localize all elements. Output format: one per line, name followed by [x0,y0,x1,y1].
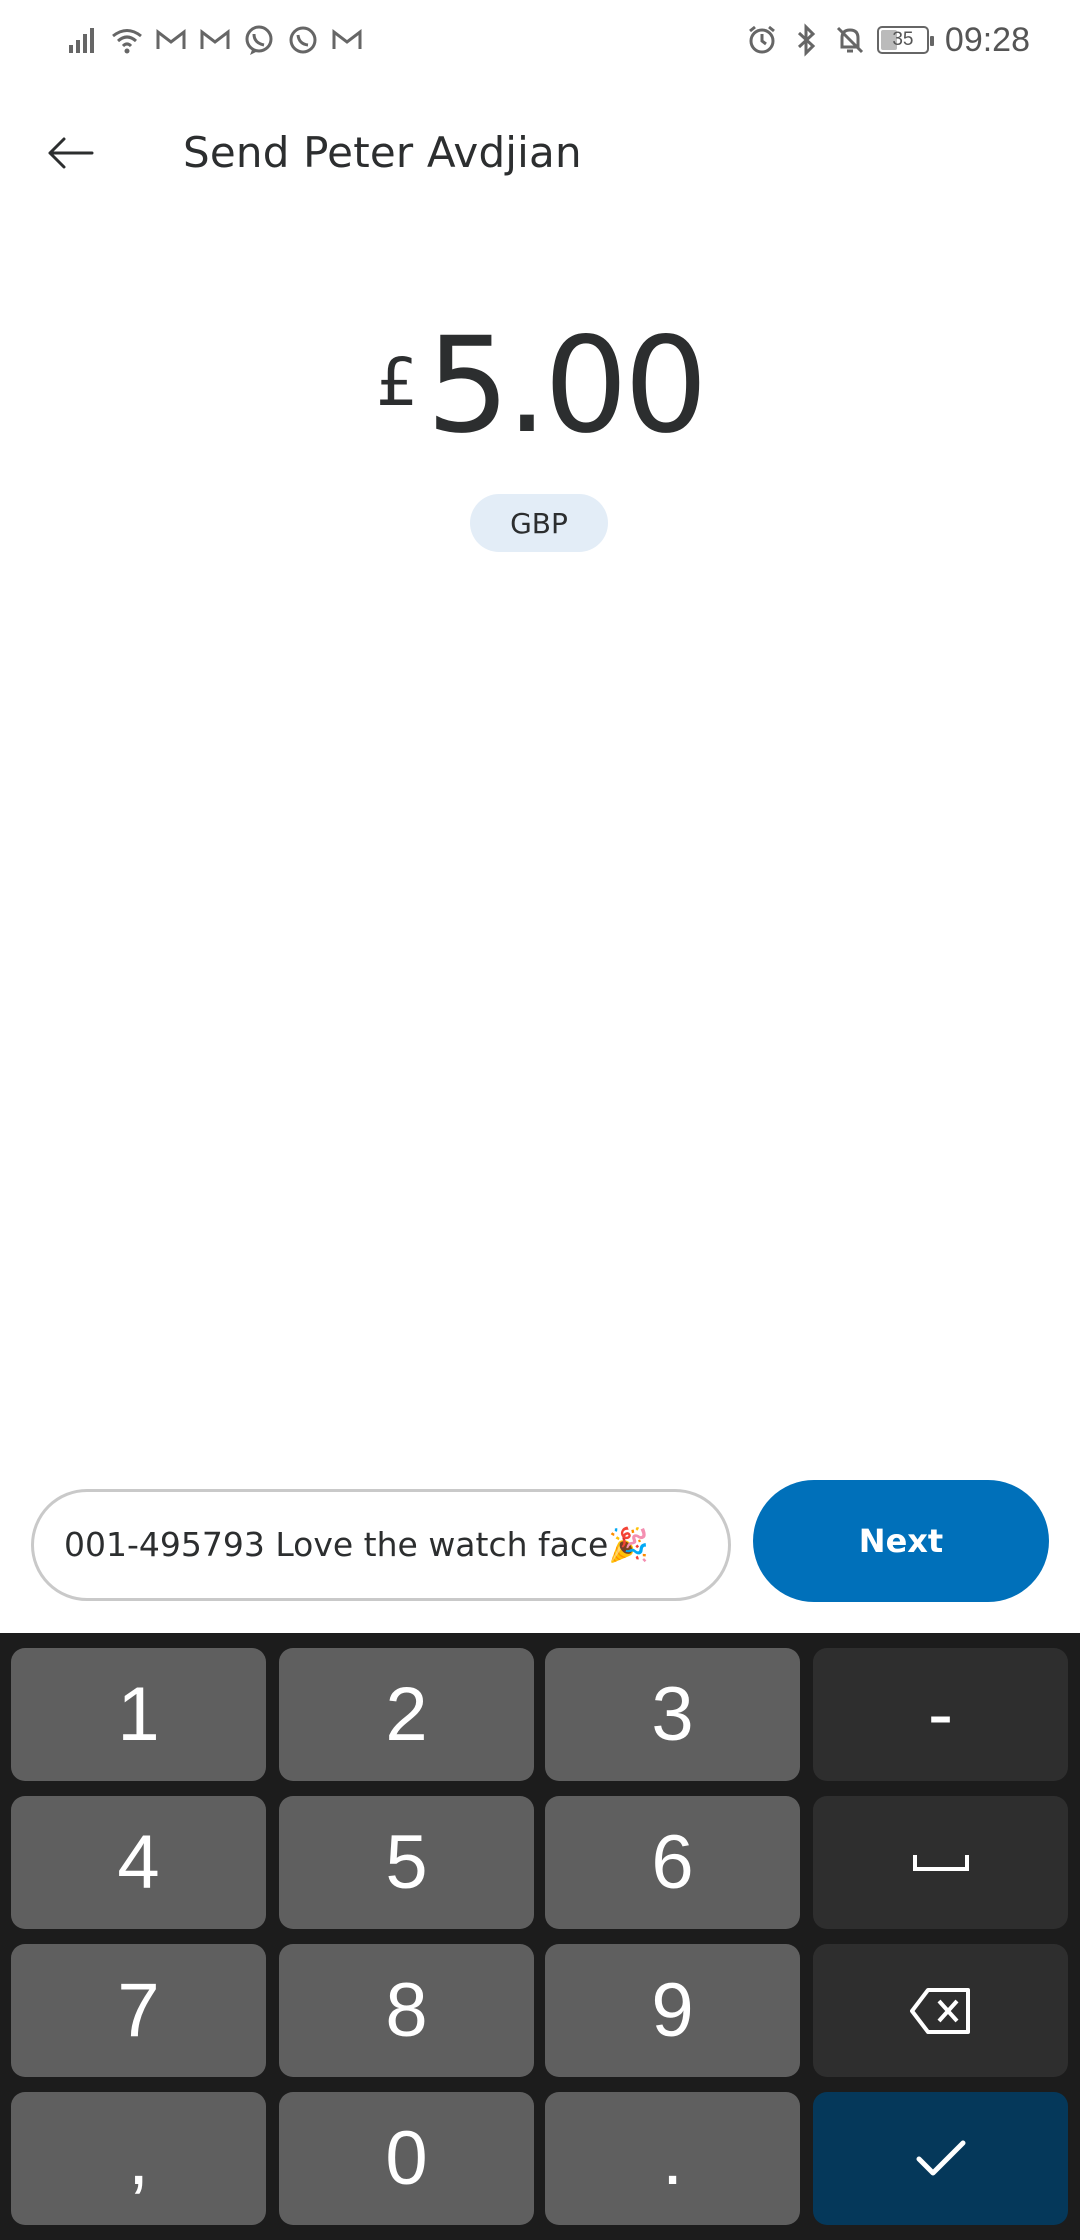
key-6[interactable]: 6 [545,1796,800,1929]
page-title: Send Peter Avdjian [183,128,582,177]
header: Send Peter Avdjian [0,100,1080,210]
space-icon [911,1851,971,1875]
gmail-icon [198,23,232,57]
gmail-icon [330,23,364,57]
battery-level: 35 [892,29,914,50]
status-bar: 35 09:28 [0,0,1080,80]
key-space[interactable] [813,1796,1068,1929]
gmail-icon [154,23,188,57]
status-right-icons: 35 09:28 [745,21,1030,60]
key-7[interactable]: 7 [11,1944,266,2077]
amount-value: 5.00 [426,309,708,463]
key-comma[interactable]: , [11,2092,266,2225]
battery-icon: 35 [876,26,934,54]
signal-icon [66,23,100,57]
next-button[interactable]: Next [753,1480,1049,1602]
key-dot[interactable]: . [545,2092,800,2225]
key-9[interactable]: 9 [545,1944,800,2077]
amount-display[interactable]: £ 5.00 [0,320,1080,452]
currency-selector[interactable]: GBP [470,494,608,552]
key-0[interactable]: 0 [279,2092,534,2225]
wifi-icon [110,23,144,57]
key-8[interactable]: 8 [279,1944,534,2077]
status-left-icons [66,23,364,57]
key-minus[interactable]: - [813,1648,1068,1781]
numeric-keyboard: 1 2 3 - 4 5 6 7 8 9 , 0 . [0,1633,1080,2240]
key-5[interactable]: 5 [279,1796,534,1929]
arrow-left-icon [44,127,96,183]
status-time: 09:28 [944,20,1030,59]
key-backspace[interactable] [813,1944,1068,2077]
back-button[interactable] [40,125,100,185]
send-money-screen: 35 09:28 Send Peter Avdjian £ 5.00 GBP 0… [0,0,1080,2240]
mute-icon [833,23,867,57]
note-input[interactable]: 001-495793 Love the watch face🎉 [31,1489,731,1601]
key-4[interactable]: 4 [11,1796,266,1929]
checkmark-icon [913,2137,969,2181]
alarm-icon [745,23,779,57]
currency-symbol: £ [376,344,419,421]
key-confirm[interactable] [813,2092,1068,2225]
whatsapp-icon [286,23,320,57]
backspace-icon [908,1986,974,2036]
key-2[interactable]: 2 [279,1648,534,1781]
key-3[interactable]: 3 [545,1648,800,1781]
bluetooth-icon [789,23,823,57]
key-1[interactable]: 1 [11,1648,266,1781]
viber-icon [242,23,276,57]
